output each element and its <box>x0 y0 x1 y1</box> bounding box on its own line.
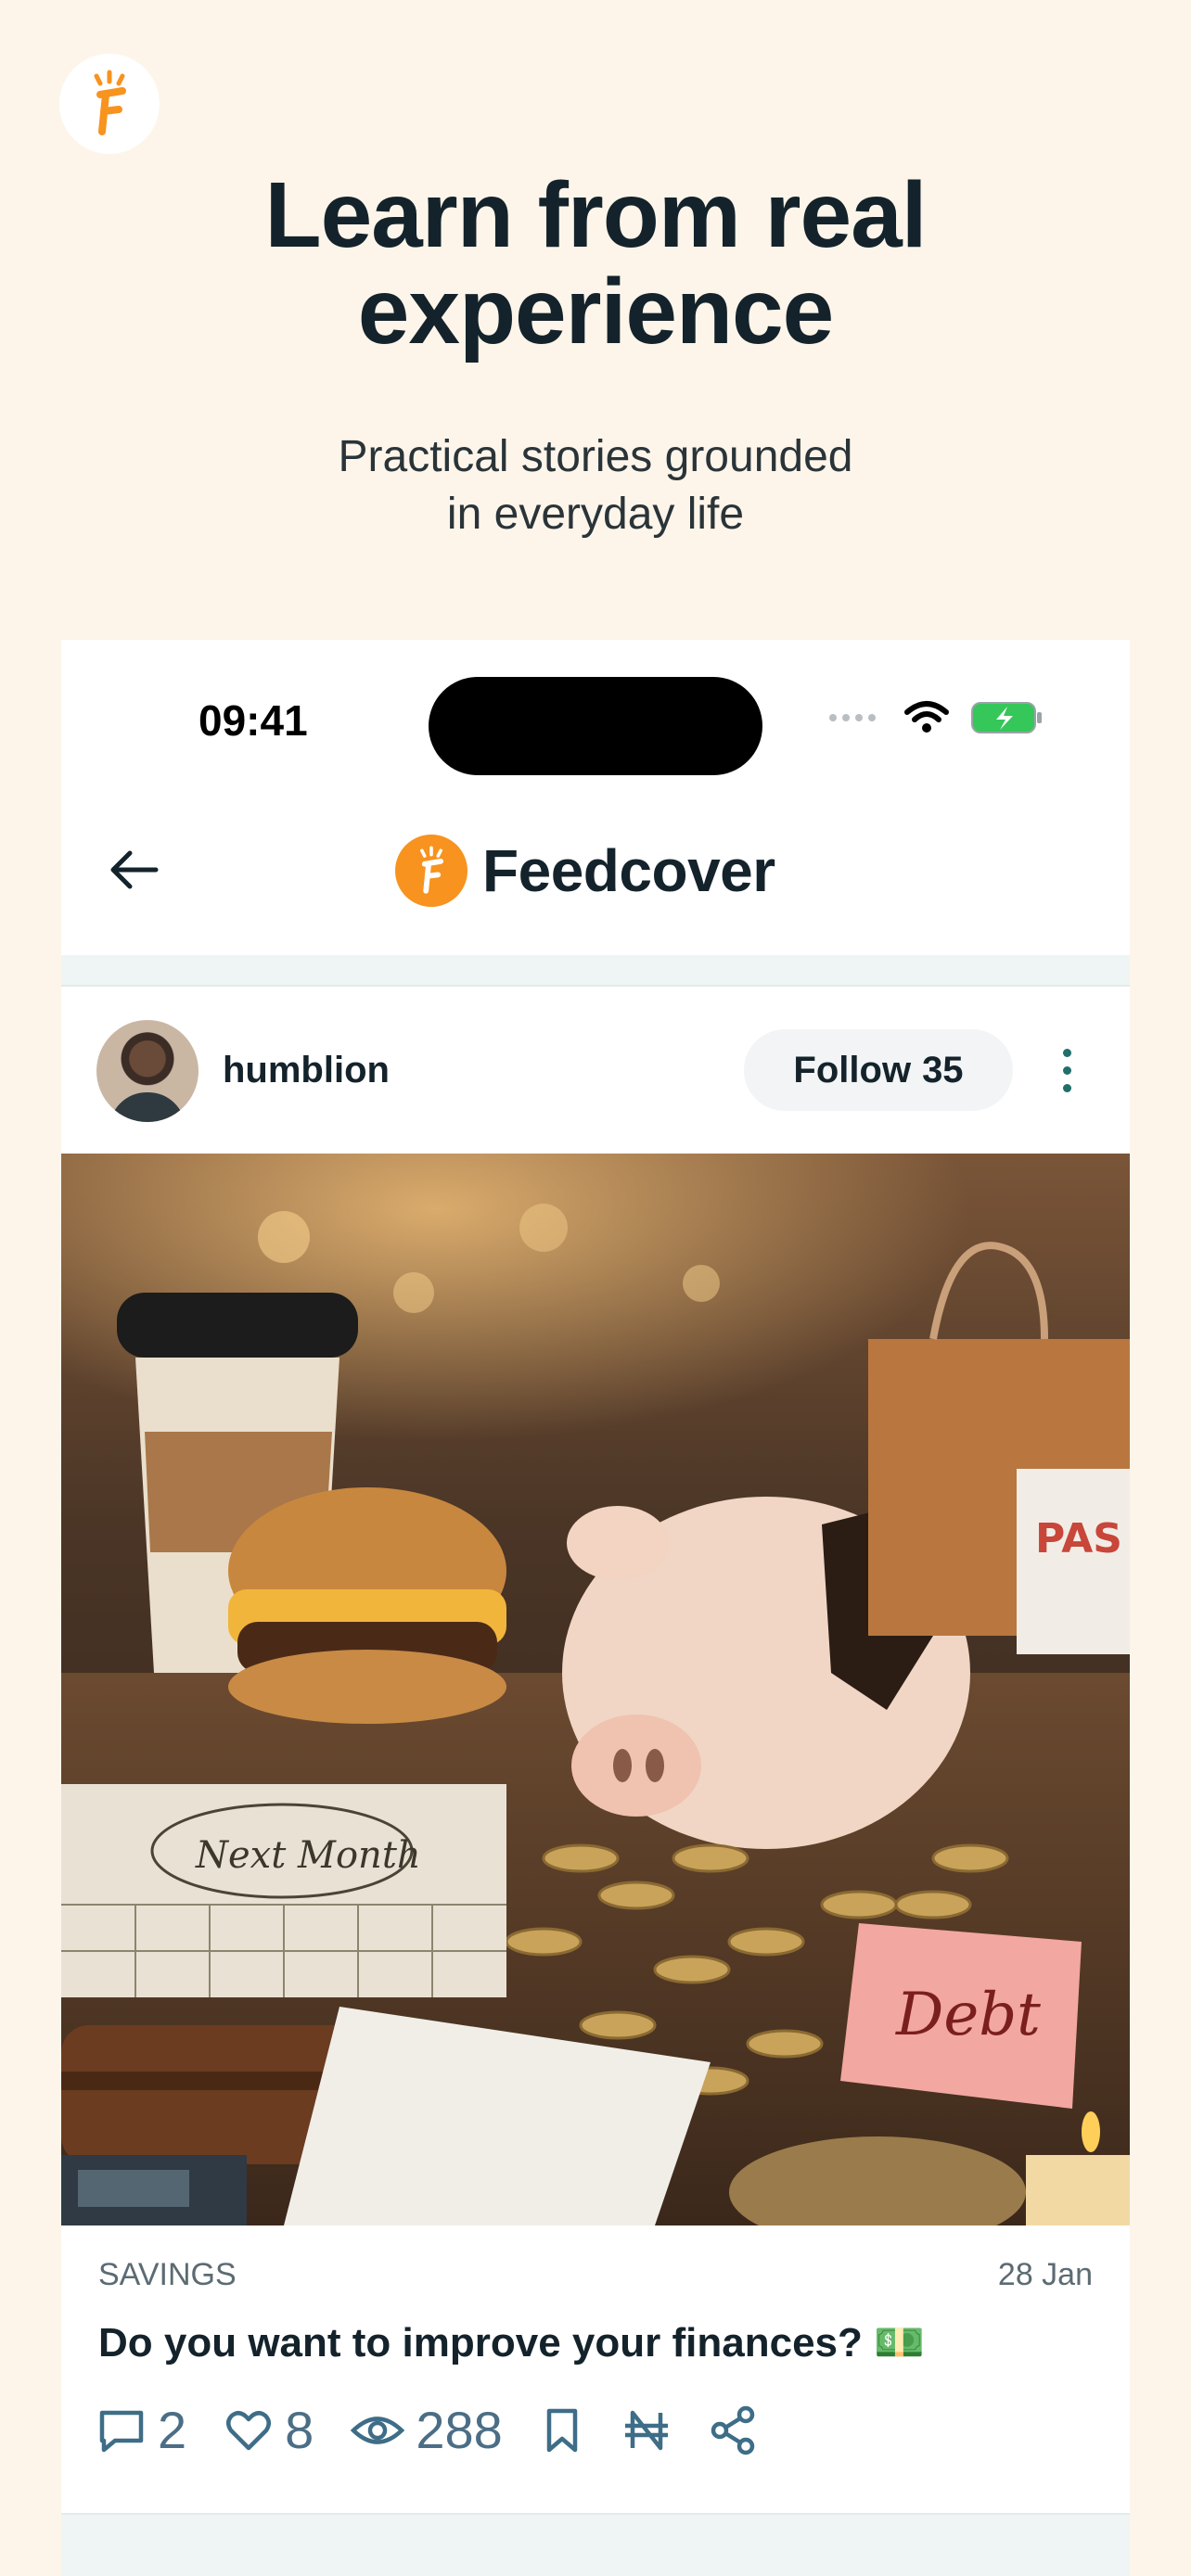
signal-dots-icon <box>829 714 876 721</box>
onboarding-subtitle-line2: in everyday life <box>446 490 745 539</box>
onboarding-subtitle-line1: Practical stories grounded <box>338 432 853 481</box>
share-button[interactable] <box>709 2405 759 2455</box>
status-time: 09:41 <box>198 696 308 745</box>
app-logo <box>59 54 160 154</box>
feed-divider <box>61 2513 1130 2576</box>
eye-icon <box>351 2416 405 2444</box>
post-image[interactable]: PAS Next Month Debt <box>61 1154 1130 2225</box>
onboarding-subtitle: Practical stories grounded in everyday l… <box>0 428 1191 543</box>
brand: Feedcover <box>395 835 775 907</box>
post-date: 28 Jan <box>997 2257 1093 2292</box>
brand-name: Feedcover <box>482 837 775 904</box>
bookmark-button[interactable] <box>540 2405 584 2455</box>
post-meta: SAVINGS 28 Jan <box>98 2257 1093 2293</box>
phone-preview: 09:41 Feedcover humblion Follow 35 PAS N… <box>61 640 1130 2576</box>
follow-count: 35 <box>922 1049 964 1090</box>
image-calendar-text: Next Month <box>195 1834 421 1877</box>
status-icons <box>827 699 1044 736</box>
section-divider <box>61 955 1130 987</box>
top-nav: Feedcover <box>61 788 1130 955</box>
post-author[interactable]: humblion <box>223 1050 390 1091</box>
dynamic-island <box>429 677 762 775</box>
avatar[interactable] <box>96 1020 198 1122</box>
status-bar: 09:41 <box>61 640 1130 788</box>
arrow-left-icon <box>110 850 159 889</box>
image-note-text: Debt <box>895 1981 1041 2049</box>
onboarding-title: Learn from real experience <box>0 167 1191 360</box>
more-options-icon[interactable] <box>1048 1040 1085 1100</box>
view-count: 288 <box>416 2401 503 2459</box>
brand-logo-icon <box>395 835 467 907</box>
heart-icon <box>226 2410 272 2450</box>
onboarding-title-line2: experience <box>357 260 835 363</box>
feedcover-logo-icon <box>94 70 126 135</box>
post-header: humblion Follow 35 <box>61 987 1130 1154</box>
like-button[interactable]: 8 <box>224 2400 314 2460</box>
post-category[interactable]: SAVINGS <box>98 2257 237 2293</box>
post-actions: 2 8 288 <box>96 2400 796 2460</box>
like-count: 8 <box>285 2401 314 2459</box>
comment-button[interactable]: 2 <box>96 2400 186 2460</box>
battery-charging-icon <box>971 702 1042 733</box>
comment-icon <box>99 2410 144 2452</box>
wifi-icon <box>904 701 949 733</box>
share-icon <box>711 2405 754 2455</box>
follow-label: Follow <box>793 1049 912 1090</box>
post-title[interactable]: Do you want to improve your finances? 💵 <box>98 2318 925 2366</box>
onboarding-title-line1: Learn from real <box>264 163 927 267</box>
follow-button[interactable]: Follow 35 <box>744 1029 1013 1111</box>
tip-button[interactable] <box>621 2405 672 2455</box>
bookmark-icon <box>546 2408 577 2452</box>
back-button[interactable] <box>96 833 171 907</box>
image-stamp-text: PAS <box>1035 1515 1122 1562</box>
naira-icon <box>624 2410 668 2450</box>
views-indicator: 288 <box>351 2400 503 2460</box>
comment-count: 2 <box>158 2401 187 2459</box>
